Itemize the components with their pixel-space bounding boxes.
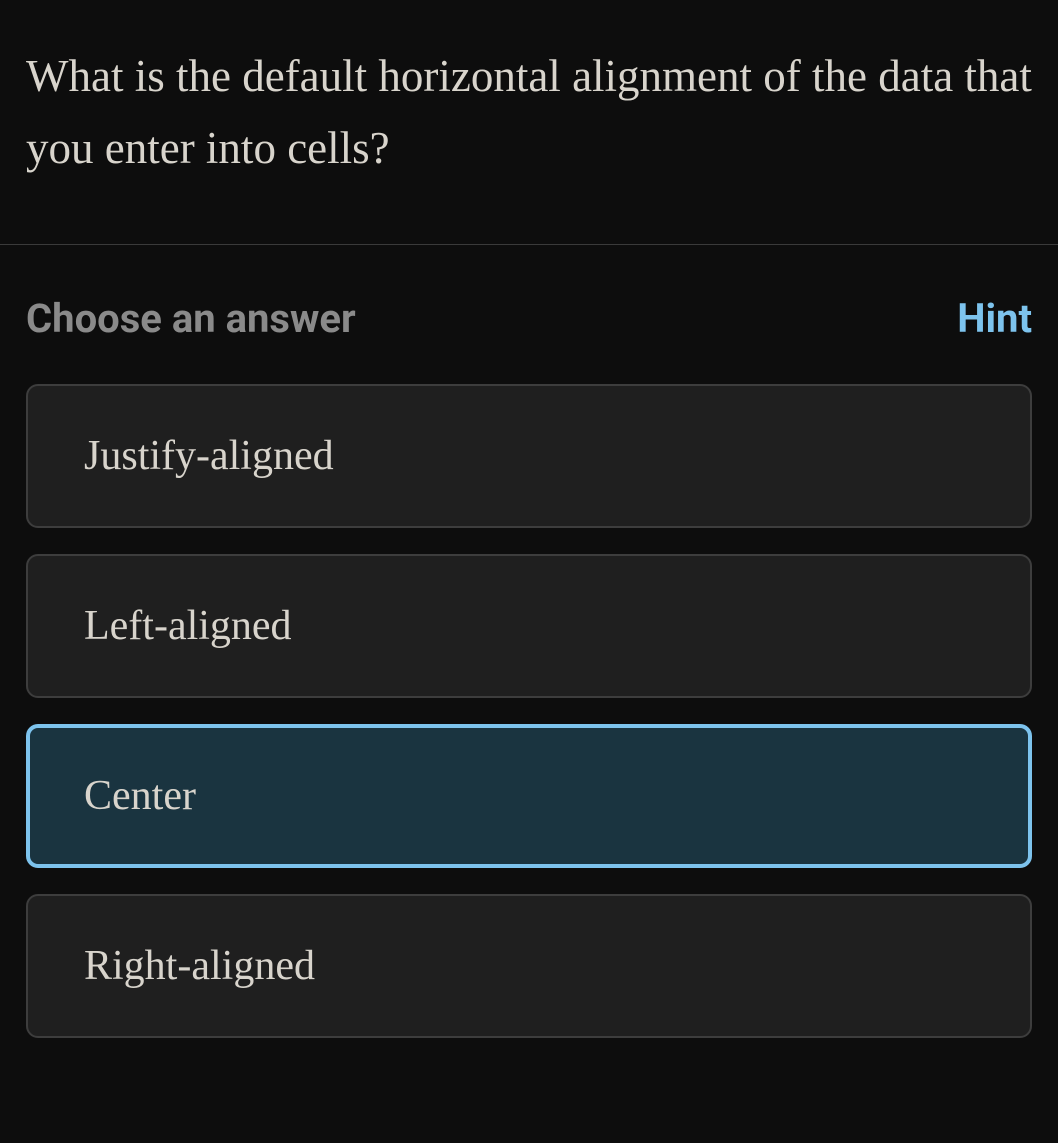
choose-answer-label: Choose an answer xyxy=(26,295,356,342)
answer-option-justify[interactable]: Justify-aligned xyxy=(26,384,1032,528)
answer-section: Choose an answer Hint Justify-aligned Le… xyxy=(0,245,1058,1038)
answer-option-center[interactable]: Center xyxy=(26,724,1032,868)
answer-option-left[interactable]: Left-aligned xyxy=(26,554,1032,698)
question-section: What is the default horizontal alignment… xyxy=(0,0,1058,245)
answer-header: Choose an answer Hint xyxy=(26,295,1032,342)
hint-button[interactable]: Hint xyxy=(957,295,1032,342)
answer-options-list: Justify-aligned Left-aligned Center Righ… xyxy=(26,384,1032,1038)
question-text: What is the default horizontal alignment… xyxy=(26,40,1032,184)
answer-option-right[interactable]: Right-aligned xyxy=(26,894,1032,1038)
